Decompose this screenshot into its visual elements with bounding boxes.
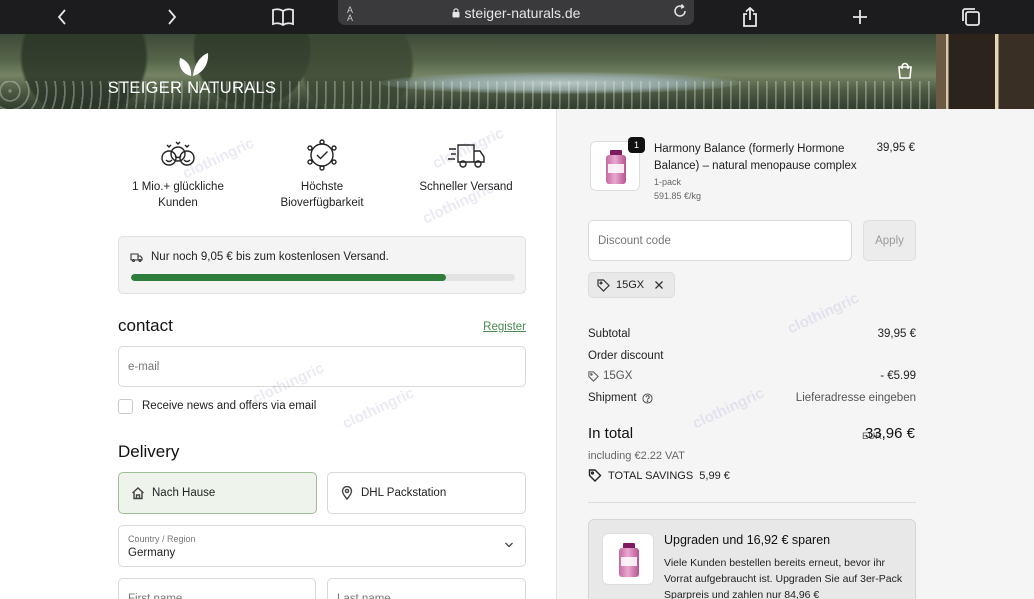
total-value: 33,96 € [864, 425, 915, 442]
vat-note: including €2.22 VAT [588, 450, 685, 462]
back-icon[interactable] [52, 4, 72, 30]
subtotal-value: 39,95 € [877, 328, 916, 340]
bookmarks-icon[interactable] [270, 4, 296, 30]
smiley-faces-icon [161, 141, 195, 166]
free-shipping-text: Nur noch 9,05 € bis zum kostenlosen Vers… [151, 251, 389, 263]
location-pin-icon [341, 486, 353, 500]
product-unit-price: 591.85 €/kg [654, 191, 702, 201]
usp-bar: 1 Mio.+ glückliche Kunden Höchste Biover… [118, 139, 526, 229]
total-savings: TOTAL SAVINGS 5,99 € [588, 469, 730, 482]
delivery-option-home[interactable]: Nach Hause [118, 472, 317, 514]
upsell-card[interactable]: Upgraden und 16,92 € sparen Viele Kunden… [588, 519, 916, 599]
applied-discount-tag: 15GX [588, 272, 676, 298]
newsletter-checkbox[interactable] [118, 399, 133, 414]
discount-code-row: 15GX - €5.99 [588, 370, 916, 382]
country-label: Country / Region [128, 534, 196, 544]
email-field[interactable]: e-mail [118, 346, 526, 387]
new-tab-icon[interactable] [849, 4, 871, 30]
product-price: 39,95 € [876, 142, 915, 154]
checkout-form-column: 1 Mio.+ glückliche Kunden Höchste Biover… [0, 109, 556, 599]
fast-truck-icon [448, 144, 485, 168]
reload-icon[interactable] [672, 3, 688, 19]
browser-toolbar: AA steiger-naturals.de [0, 0, 1034, 34]
first-name-field[interactable]: First name [118, 578, 316, 599]
country-select[interactable]: Country / Region Germany [118, 525, 526, 567]
product-variant: 1-pack [654, 177, 682, 187]
tag-icon [588, 370, 599, 382]
brand-logo[interactable]: STEIGER NATURALS [108, 50, 276, 98]
upsell-description: Viele Kunden bestellen bereits erneut, b… [664, 557, 903, 599]
total-label: In total [588, 425, 634, 442]
shopping-bag-icon[interactable] [896, 62, 914, 85]
remove-discount-icon[interactable] [654, 280, 664, 290]
upsell-thumbnail [602, 533, 654, 585]
progress-track [131, 274, 515, 281]
tag-icon [588, 469, 602, 482]
last-name-field[interactable]: Last name [327, 578, 526, 599]
discount-code-field[interactable]: Discount code [588, 220, 852, 261]
register-link[interactable]: Register [483, 321, 526, 333]
progress-fill [131, 274, 446, 281]
order-summary-column: 1 Harmony Balance (formerly Hormone Bala… [556, 109, 1034, 599]
free-shipping-progress: Nur noch 9,05 € bis zum kostenlosen Vers… [118, 236, 526, 294]
newsletter-label: Receive news and offers via email [142, 400, 317, 412]
order-discount-row: Order discount [588, 350, 664, 362]
shipment-value: Lieferadresse eingeben [795, 392, 916, 404]
share-icon[interactable] [739, 4, 761, 30]
delivery-option-packstation[interactable]: DHL Packstation [327, 472, 526, 514]
delivery-heading: Delivery [118, 442, 180, 461]
tag-icon [597, 278, 610, 292]
contact-heading: contact [118, 316, 173, 335]
usp-bioavailability: Höchste Bioverfügbarkeit [262, 139, 382, 211]
house-icon [132, 487, 144, 500]
shipment-row: Shipment Lieferadresse eingeben [588, 392, 916, 404]
address-bar[interactable]: AA steiger-naturals.de [338, 0, 694, 25]
forward-icon[interactable] [162, 4, 182, 30]
subtotal-row: Subtotal 39,95 € [588, 328, 916, 340]
truck-icon [130, 253, 143, 262]
apply-discount-button[interactable]: Apply [863, 220, 916, 261]
usp-happy-customers: 1 Mio.+ glückliche Kunden [118, 139, 238, 211]
lock-icon [452, 7, 460, 17]
supplement-bottle-icon [606, 150, 626, 184]
reader-aa-button[interactable]: AA [347, 6, 353, 23]
tabs-overview-icon[interactable] [960, 4, 982, 30]
quantity-badge: 1 [628, 137, 645, 153]
leaf-logo-icon [179, 53, 209, 76]
atom-check-icon [307, 139, 337, 171]
summary-divider [588, 502, 916, 503]
brand-name: STEIGER NATURALS [107, 79, 277, 97]
chevron-down-icon [505, 542, 513, 548]
url-text: steiger-naturals.de [464, 4, 581, 21]
discount-value: - €5.99 [880, 370, 916, 382]
product-name: Harmony Balance (formerly Hormone Balanc… [654, 143, 857, 172]
help-icon[interactable] [642, 392, 653, 404]
upsell-title: Upgraden und 16,92 € sparen [664, 533, 831, 547]
country-value: Germany [128, 547, 176, 559]
usp-fast-shipping: Schneller Versand [406, 139, 526, 195]
supplement-bottle-icon [619, 543, 639, 577]
